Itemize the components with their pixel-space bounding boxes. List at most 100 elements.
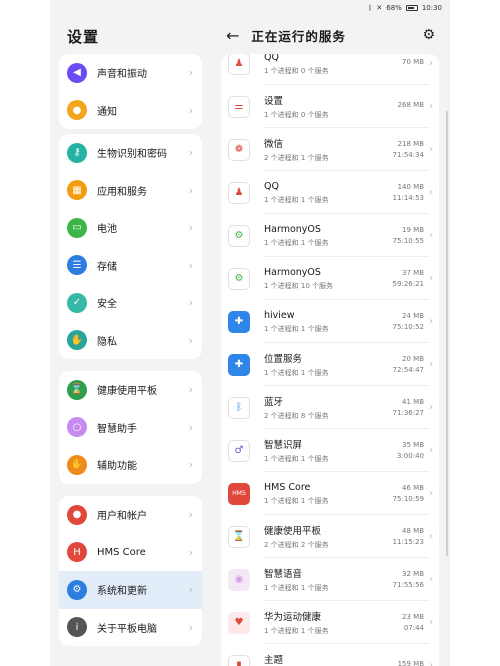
- sidebar-item[interactable]: ✋ 隐私 ›: [59, 322, 202, 360]
- service-row[interactable]: ᛒ 蓝牙 2 个进程和 8 个服务 41 MB 71:36:27 ›: [221, 386, 439, 429]
- service-row[interactable]: ✚ 位置服务 1 个进程和 1 个服务 20 MB 72:54:47 ›: [221, 343, 439, 386]
- service-text: 华为运动健康 1 个进程和 1 个服务: [264, 609, 402, 636]
- settings-gear-icon[interactable]: ⚙: [422, 27, 435, 43]
- sidebar-item[interactable]: ⚙ 系统和更新 ›: [59, 571, 202, 609]
- service-stats: 35 MB 3:00:40: [397, 441, 424, 460]
- service-stats: 32 MB 71:55:56: [393, 570, 424, 589]
- voice-orb-icon: ◉: [228, 568, 250, 591]
- service-row[interactable]: ♂ 智慧识屏 1 个进程和 1 个服务 35 MB 3:00:40 ›: [221, 429, 439, 472]
- service-uptime: 71:54:34: [392, 151, 424, 159]
- service-row[interactable]: ♟ QQ 1 个进程和 0 个服务 70 MB ›: [221, 54, 439, 85]
- qq-penguin-icon: ♟: [228, 54, 250, 75]
- hourglass-icon: ⌛: [67, 379, 87, 400]
- qq-penguin-icon: ♟: [228, 181, 250, 204]
- sidebar-item[interactable]: ◀ 声音和振动 ›: [59, 54, 202, 92]
- assistant-ring-icon: ○: [67, 417, 87, 438]
- sidebar-item[interactable]: ▦ 应用和服务 ›: [59, 172, 202, 210]
- chevron-right-icon: ›: [429, 316, 433, 327]
- sidebar-item[interactable]: ● 通知 ›: [59, 92, 202, 130]
- sidebar-item[interactable]: ⚷ 生物识别和密码 ›: [59, 134, 202, 172]
- sidebar-item[interactable]: ⌛ 健康使用平板 ›: [59, 371, 202, 409]
- service-row[interactable]: ♟ QQ 1 个进程和 1 个服务 140 MB 11:14:53 ›: [221, 171, 439, 214]
- service-stats: 20 MB 72:54:47: [393, 355, 424, 374]
- sidebar-item-label: 安全: [97, 299, 117, 311]
- chevron-right-icon: ›: [188, 545, 193, 559]
- service-memory: 41 MB: [402, 398, 424, 406]
- service-uptime: 11:14:53: [392, 194, 424, 202]
- service-text: 设置 1 个进程和 0 个服务: [264, 93, 398, 120]
- service-uptime: 75:10:59: [392, 495, 424, 503]
- sidebar-item[interactable]: H HMS Core ›: [59, 534, 202, 572]
- privacy-hand-icon: ✋: [67, 330, 87, 351]
- battery-icon: [405, 5, 418, 11]
- service-stats: 24 MB 75:10:52: [393, 312, 424, 331]
- sidebar-item-label: 辅助功能: [97, 461, 137, 473]
- back-arrow-icon[interactable]: ←: [226, 26, 239, 45]
- puzzle-icon: ✚: [228, 310, 250, 333]
- sidebar-item-label: 隐私: [97, 336, 117, 348]
- service-row[interactable]: ❁ 微信 2 个进程和 1 个服务 218 MB 71:54:34 ›: [221, 128, 439, 171]
- service-name: hiview: [264, 309, 295, 321]
- sidebar-item[interactable]: ✋ 辅助功能 ›: [59, 446, 202, 484]
- service-memory: 19 MB: [402, 226, 424, 234]
- chevron-right-icon: ›: [429, 445, 433, 456]
- service-row[interactable]: ⌛ 健康使用平板 2 个进程和 2 个服务 48 MB 11:15:23 ›: [221, 515, 439, 558]
- chevron-right-icon: ›: [188, 508, 193, 522]
- service-name: 设置: [264, 96, 284, 107]
- service-name: QQ: [264, 54, 279, 63]
- service-process-count: 1 个进程和 1 个服务: [264, 627, 329, 635]
- battery-icon: ▭: [67, 217, 87, 238]
- service-row[interactable]: ▮ 主题1 个进程和 1 个服务159 MB ›: [221, 644, 439, 666]
- sidebar-item[interactable]: i 关于平板电脑 ›: [59, 609, 202, 647]
- chevron-right-icon: ›: [188, 420, 193, 434]
- hms-icon: HMS: [228, 482, 250, 505]
- status-bar: ᛒ ✕ 68% 10:30: [50, 0, 450, 16]
- service-row[interactable]: ⚌ 设置 1 个进程和 0 个服务 268 MB ›: [221, 85, 439, 128]
- wechat-icon: ❁: [228, 138, 250, 161]
- smart-screen-icon: ♂: [228, 439, 250, 462]
- service-row[interactable]: ⚙ HarmonyOS 1 个进程和 1 个服务 19 MB 75:10:55 ›: [221, 214, 439, 257]
- sidebar-item[interactable]: ☰ 存储 ›: [59, 247, 202, 285]
- service-memory: 268 MB: [397, 101, 424, 109]
- scrollbar[interactable]: [446, 111, 448, 556]
- service-stats: 140 MB 11:14:53: [393, 183, 424, 202]
- storage-icon: ☰: [67, 255, 87, 276]
- sidebar-item[interactable]: ● 用户和帐户 ›: [59, 496, 202, 534]
- service-name: 蓝牙: [264, 397, 284, 408]
- chevron-right-icon: ›: [429, 660, 433, 666]
- service-process-count: 1 个进程和 1 个服务: [264, 455, 329, 463]
- service-memory: 159 MB: [397, 660, 424, 666]
- settings-sidebar: 设置 ◀ 声音和振动 › ● 通知 › ⚷ 生物识别和密码 › ▦ 应用和服务 › ▭ 电池 › ☰ 存储 › ✓ 安…: [50, 16, 210, 666]
- service-memory: 140 MB: [397, 183, 424, 191]
- service-text: 智慧语音 1 个进程和 1 个服务: [264, 566, 393, 593]
- service-process-count: 1 个进程和 1 个服务: [264, 238, 329, 247]
- service-uptime: 11:15:23: [392, 538, 424, 546]
- sidebar-item-label: 声音和振动: [97, 69, 147, 81]
- service-memory: 20 MB: [402, 355, 424, 363]
- sidebar-item-label: 用户和帐户: [97, 511, 147, 523]
- chevron-right-icon: ›: [188, 296, 193, 310]
- service-uptime: 71:36:27: [392, 409, 424, 417]
- service-row[interactable]: HMS HMS Core 1 个进程和 1 个服务 46 MB 75:10:59 ›: [221, 472, 439, 515]
- sidebar-item[interactable]: ○ 智慧助手 ›: [59, 409, 202, 447]
- service-name: HarmonyOS: [264, 223, 321, 235]
- service-row[interactable]: ♥ 华为运动健康 1 个进程和 1 个服务 23 MB 07:44 ›: [221, 601, 439, 644]
- sidebar-item[interactable]: ✓ 安全 ›: [59, 284, 202, 322]
- hourglass-icon: ⌛: [228, 525, 250, 548]
- service-uptime: 75:10:52: [392, 323, 424, 331]
- service-name: 智慧语音: [264, 569, 303, 580]
- service-row[interactable]: ✚ hiview 1 个进程和 1 个服务 24 MB 75:10:52 ›: [221, 300, 439, 343]
- chevron-right-icon: ›: [429, 402, 433, 413]
- service-stats: 218 MB 71:54:34: [393, 140, 424, 159]
- service-uptime: 59:26:21: [392, 280, 424, 288]
- service-name: 智慧识屏: [264, 440, 303, 451]
- sidebar-item[interactable]: ▭ 电池 ›: [59, 209, 202, 247]
- service-process-count: 1 个进程和 1 个服务: [264, 496, 329, 505]
- service-name: 位置服务: [264, 354, 303, 365]
- chevron-right-icon: ›: [429, 488, 433, 499]
- service-row[interactable]: ◉ 智慧语音 1 个进程和 1 个服务 32 MB 71:55:56 ›: [221, 558, 439, 601]
- service-row[interactable]: ⚙ HarmonyOS 1 个进程和 10 个服务 37 MB 59:26:21 ›: [221, 257, 439, 300]
- service-text: HarmonyOS 1 个进程和 1 个服务: [264, 224, 393, 248]
- harmonyos-gear-icon: ⚙: [228, 224, 250, 247]
- chevron-right-icon: ›: [429, 230, 433, 241]
